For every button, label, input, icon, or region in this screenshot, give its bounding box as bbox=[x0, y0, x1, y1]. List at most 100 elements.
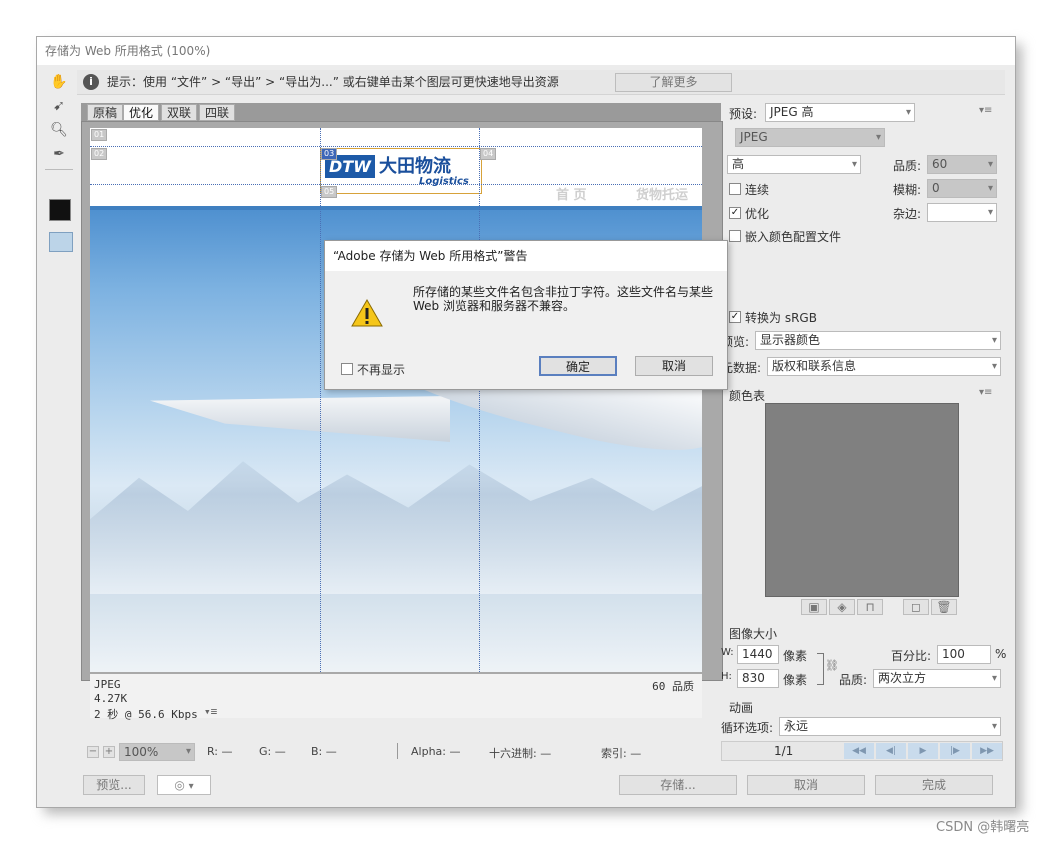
matte-label: 杂边: bbox=[893, 207, 922, 221]
format-select[interactable]: JPEG ▾ bbox=[735, 128, 885, 147]
height-input[interactable]: 830 bbox=[737, 669, 779, 688]
toggle-slices-visibility-icon[interactable] bbox=[49, 232, 73, 252]
preview-image[interactable]: DTW 大田物流 Logistics 首 页 货物托运 01 02 03 04 … bbox=[90, 128, 702, 672]
resample-value: 两次立方 bbox=[878, 671, 927, 685]
percent-label: 百分比: bbox=[891, 649, 932, 663]
warning-dialog: “Adobe 存储为 Web 所用格式”警告 所存储的某些文件名包含非拉丁字符。… bbox=[324, 240, 728, 390]
chevron-down-icon: ▾ bbox=[987, 207, 993, 218]
height-label: H: bbox=[721, 671, 732, 682]
last-frame-icon[interactable]: ▶▶ bbox=[972, 743, 1002, 759]
browser-preview-select[interactable]: ◎ ▾ bbox=[157, 775, 211, 795]
slice-guide bbox=[90, 146, 702, 147]
preview-color-select[interactable]: 显示器颜色 ▾ bbox=[755, 331, 1001, 350]
blue-readout: B: — bbox=[311, 745, 337, 758]
eyedropper-color-swatch[interactable] bbox=[49, 199, 71, 221]
chevron-down-icon: ▾ bbox=[875, 132, 881, 143]
ok-button[interactable]: 确定 bbox=[539, 356, 617, 376]
color-table[interactable] bbox=[765, 403, 959, 597]
dialog-cancel-button[interactable]: 取消 bbox=[635, 356, 713, 376]
info-download-time: 2 秒 @ 56.6 Kbps bbox=[94, 708, 198, 721]
chain-link-icon[interactable]: ⛓ bbox=[825, 659, 839, 672]
preview-canvas: DTW 大田物流 Logistics 首 页 货物托运 01 02 03 04 … bbox=[81, 121, 723, 721]
zoom-select[interactable]: 100% ▾ bbox=[119, 743, 195, 761]
loop-select[interactable]: 永远 ▾ bbox=[779, 717, 1001, 736]
map-transparency-icon[interactable]: ▣ bbox=[801, 599, 827, 615]
info-menu-icon[interactable]: ▾≡ bbox=[204, 705, 217, 718]
animation-controls: 1/1 ◀◀ ◀| ▶ |▶ ▶▶ bbox=[721, 741, 1003, 761]
view-tabs: 原稿 优化 双联 四联 bbox=[81, 103, 721, 121]
color-table-menu-icon[interactable]: ▾≡ bbox=[979, 387, 992, 398]
dialog-title: “Adobe 存储为 Web 所用格式”警告 bbox=[325, 241, 727, 271]
progressive-label: 连续 bbox=[745, 183, 770, 197]
tab-optimized[interactable]: 优化 bbox=[123, 104, 160, 121]
matte-select[interactable]: ▾ bbox=[927, 203, 997, 222]
quality-level-select[interactable]: 高 ▾ bbox=[727, 155, 861, 174]
logo-chinese-text: 大田物流 bbox=[379, 156, 451, 177]
image-size-label: 图像大小 bbox=[729, 627, 778, 641]
chevron-down-icon: ▾ bbox=[905, 107, 911, 118]
web-shift-icon[interactable]: ◈ bbox=[829, 599, 855, 615]
new-color-icon[interactable]: ◻ bbox=[903, 599, 929, 615]
tab-4up[interactable]: 四联 bbox=[199, 104, 236, 121]
chevron-down-icon: ▾ bbox=[991, 361, 997, 372]
dialog-message: 所存储的某些文件名包含非拉丁字符。这些文件名与某些 Web 浏览器和服务器不兼容… bbox=[413, 285, 714, 313]
hand-tool-icon[interactable]: ✋ bbox=[47, 71, 71, 93]
zoom-in-button[interactable]: + bbox=[103, 746, 115, 758]
dont-show-label: 不再显示 bbox=[357, 363, 406, 377]
quality-input[interactable]: 60 ▾ bbox=[927, 155, 997, 174]
metadata-select[interactable]: 版权和联系信息 ▾ bbox=[767, 357, 1001, 376]
slice-tag-selected[interactable]: 03 bbox=[321, 148, 338, 160]
preview-button[interactable]: 预览... bbox=[83, 775, 145, 795]
chevron-down-icon: ▾ bbox=[185, 746, 191, 757]
logo-english-text: Logistics bbox=[419, 176, 469, 187]
convert-srgb-label: 转换为 sRGB bbox=[745, 311, 817, 325]
next-frame-icon[interactable]: |▶ bbox=[940, 743, 970, 759]
info-icon: i bbox=[83, 74, 99, 90]
dont-show-checkbox[interactable] bbox=[341, 363, 353, 375]
percent-unit: % bbox=[995, 647, 1007, 661]
chevron-down-icon: ▾ bbox=[851, 159, 857, 170]
blur-input[interactable]: 0 ▾ bbox=[927, 179, 997, 198]
progressive-checkbox[interactable] bbox=[729, 183, 741, 195]
learn-more-button[interactable]: 了解更多 bbox=[615, 73, 732, 92]
lock-icon[interactable]: ⊓ bbox=[857, 599, 883, 615]
preset-select[interactable]: JPEG 高 ▾ bbox=[765, 103, 915, 122]
tab-original[interactable]: 原稿 bbox=[87, 104, 124, 121]
trash-icon[interactable]: 🗑︎ bbox=[931, 599, 957, 615]
save-for-web-window: 存储为 Web 所用格式 (100%) ✋ ➹ 🔍︎ ✒ i 提示：使用 “文件… bbox=[36, 36, 1016, 808]
warning-icon bbox=[351, 299, 383, 327]
resample-select[interactable]: 两次立方 ▾ bbox=[873, 669, 1001, 688]
slice-select-tool-icon[interactable]: ➹ bbox=[47, 95, 71, 117]
optimized-checkbox[interactable]: ✓ bbox=[729, 207, 741, 219]
tip-text: 提示：使用 “文件” > “导出” > “导出为...” 或右键单击某个图层可更… bbox=[107, 75, 559, 89]
eyedropper-tool-icon[interactable]: ✒ bbox=[47, 143, 71, 165]
previous-frame-icon[interactable]: ◀| bbox=[876, 743, 906, 759]
format-value: JPEG bbox=[740, 130, 768, 144]
height-unit: 像素 bbox=[783, 673, 808, 687]
tab-2up[interactable]: 双联 bbox=[161, 104, 198, 121]
percent-input[interactable]: 100 bbox=[937, 645, 991, 664]
play-icon[interactable]: ▶ bbox=[908, 743, 938, 759]
first-frame-icon[interactable]: ◀◀ bbox=[844, 743, 874, 759]
company-logo: DTW 大田物流 Logistics bbox=[320, 148, 482, 194]
zoom-out-button[interactable]: − bbox=[87, 746, 99, 758]
cancel-button[interactable]: 取消 bbox=[747, 775, 865, 795]
embed-profile-label: 嵌入颜色配置文件 bbox=[745, 230, 842, 244]
status-divider bbox=[397, 743, 398, 759]
slice-guide bbox=[90, 184, 702, 185]
loop-value: 永远 bbox=[784, 719, 809, 733]
convert-srgb-checkbox[interactable]: ✓ bbox=[729, 311, 741, 323]
embed-profile-checkbox[interactable] bbox=[729, 230, 741, 242]
info-size: 4.27K bbox=[94, 692, 128, 705]
slice-tag[interactable]: 02 bbox=[91, 148, 108, 160]
slice-tag[interactable]: 05 bbox=[321, 186, 338, 198]
chevron-down-icon: ▾ bbox=[188, 781, 194, 792]
save-button[interactable]: 存储... bbox=[619, 775, 737, 795]
width-input[interactable]: 1440 bbox=[737, 645, 779, 664]
preset-label: 预设: bbox=[729, 107, 758, 121]
done-button[interactable]: 完成 bbox=[875, 775, 993, 795]
zoom-tool-icon[interactable]: 🔍︎ bbox=[47, 119, 71, 141]
slice-tag[interactable]: 04 bbox=[480, 148, 497, 160]
preset-menu-icon[interactable]: ▾≡ bbox=[979, 105, 992, 116]
slice-tag[interactable]: 01 bbox=[91, 129, 108, 141]
